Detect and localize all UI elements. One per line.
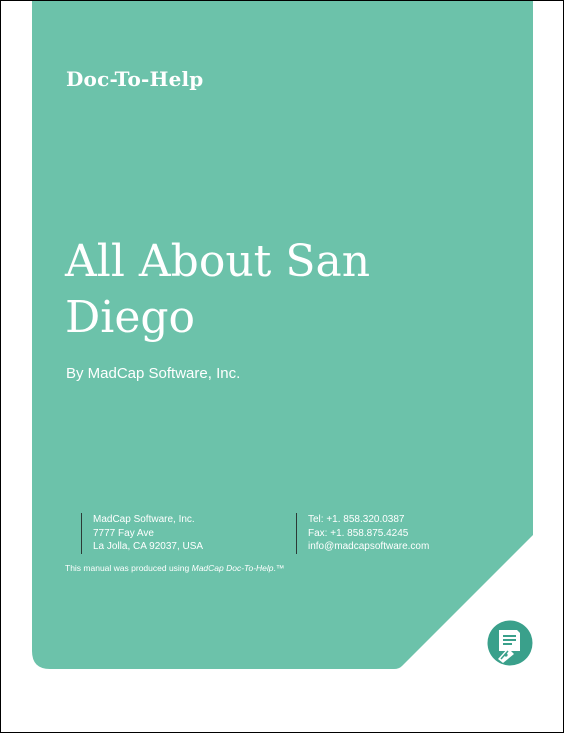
- doc-to-help-logo-icon: [484, 617, 536, 669]
- author-byline: By MadCap Software, Inc.: [66, 365, 241, 382]
- document-title: All About San Diego: [65, 236, 371, 343]
- company-contact: Tel: +1. 858.320.0387 Fax: +1. 858.875.4…: [296, 513, 429, 554]
- produced-note: This manual was produced using MadCap Do…: [65, 563, 284, 573]
- address-line: La Jolla, CA 92037, USA: [93, 541, 204, 552]
- email-link[interactable]: info@madcapsoftware.com: [308, 540, 429, 554]
- fax-line: Fax: +1. 858.875.4245: [308, 527, 409, 539]
- brand-name: Doc-To-Help: [66, 67, 204, 91]
- phone-line: Tel: +1. 858.320.0387: [308, 514, 405, 525]
- company-address: MadCap Software, Inc. 7777 Fay Ave La Jo…: [81, 513, 203, 554]
- produced-prefix: This manual was produced using: [65, 563, 192, 573]
- produced-suffix: .™: [273, 563, 285, 573]
- address-line: 7777 Fay Ave: [93, 527, 154, 539]
- address-line: MadCap Software, Inc.: [93, 514, 195, 525]
- cover-page: Doc-To-Help All About San Diego By MadCa…: [0, 0, 564, 733]
- product-name: MadCap Doc-To-Help: [191, 563, 274, 573]
